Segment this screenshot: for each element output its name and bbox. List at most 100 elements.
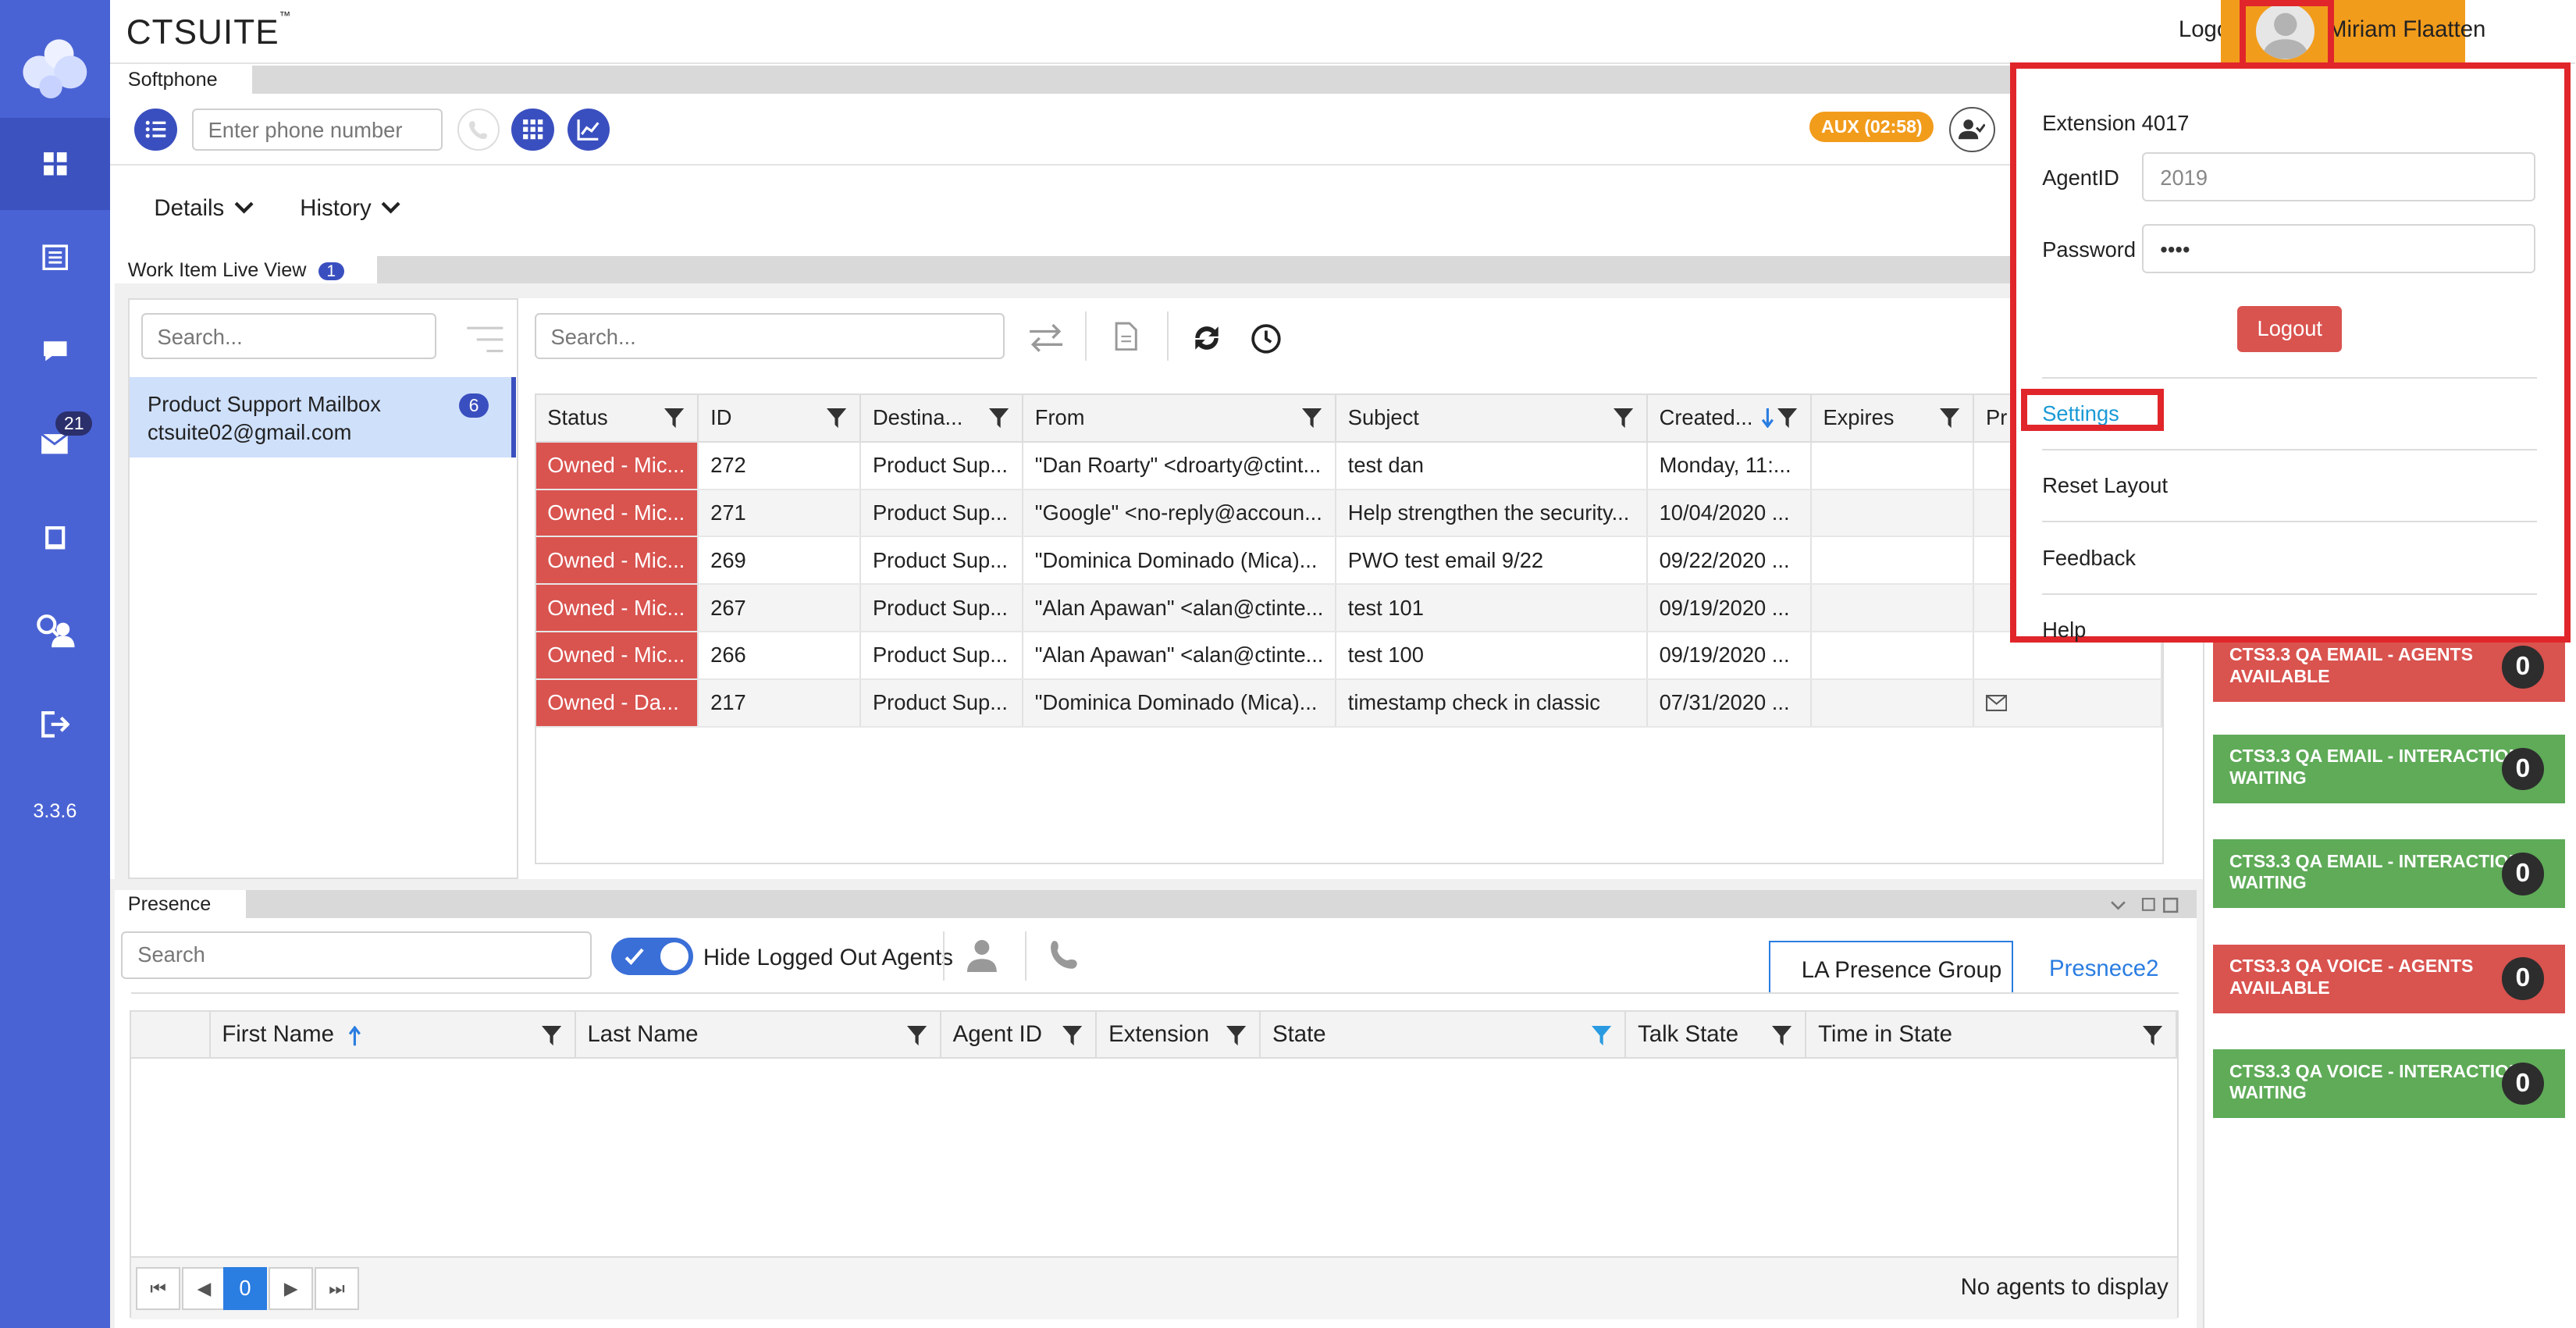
tab-softphone[interactable]: Softphone	[115, 66, 253, 94]
column-header-last-name[interactable]: Last Name	[575, 1011, 941, 1059]
from-cell: "Alan Apawan" <alan@ctinte...	[1023, 631, 1337, 680]
filter-icon[interactable]	[1226, 1026, 1247, 1046]
menu-item-help[interactable]: Help	[2042, 618, 2086, 643]
filter-icon[interactable]	[1940, 408, 1960, 428]
created-cell: 09/19/2020 ...	[1646, 631, 1812, 680]
table-row[interactable]: Owned - Mic... 272 Product Sup... "Dan R…	[535, 441, 2162, 490]
table-row[interactable]: Owned - Da... 217 Product Sup... "Domini…	[535, 678, 2162, 728]
table-row[interactable]: Owned - Mic... 271 Product Sup... "Googl…	[535, 489, 2162, 538]
column-header-destination[interactable]: Destina...	[860, 394, 1024, 443]
filter-icon[interactable]	[1302, 408, 1322, 428]
table-row[interactable]: Owned - Mic... 266 Product Sup... "Alan …	[535, 631, 2162, 680]
agent-status-button[interactable]	[1948, 106, 1995, 153]
mailbox-search-input[interactable]: Search...	[141, 313, 436, 359]
tab-la-presence-group[interactable]: LA Presence Group	[1768, 941, 2013, 994]
brand-logo: CTSUITE™	[126, 9, 292, 52]
details-dropdown[interactable]: Details	[154, 195, 254, 222]
filter-active-icon[interactable]	[1592, 1026, 1612, 1046]
agentid-field[interactable]: 2019	[2142, 151, 2536, 201]
queue-count: 0	[2501, 1062, 2545, 1105]
next-page-button[interactable]: ▶	[269, 1267, 314, 1310]
document-icon[interactable]	[1115, 322, 1137, 351]
presence-search-input[interactable]: Search	[121, 931, 592, 979]
queue-card[interactable]: CTS3.3 QA EMAIL - INTERACTIONS WAITING 0	[2212, 734, 2566, 803]
tab-presence[interactable]: Presence	[115, 890, 246, 918]
column-header-id[interactable]: ID	[698, 394, 862, 443]
filter-icon[interactable]	[1777, 408, 1797, 428]
workitem-table: Status ID Destina... From Subject Create…	[535, 394, 2162, 728]
sidebar-item-signout[interactable]	[0, 678, 110, 771]
hide-logged-out-label: Hide Logged Out Agents	[703, 944, 953, 970]
hide-logged-out-toggle[interactable]	[611, 938, 694, 976]
logout-button[interactable]: Logout	[2237, 306, 2343, 353]
transfer-icon[interactable]	[1028, 323, 1064, 353]
call-button[interactable]	[457, 108, 500, 151]
sidebar-item-book[interactable]	[0, 492, 110, 584]
refresh-icon[interactable]	[1190, 322, 1223, 354]
user-icon[interactable]	[967, 939, 997, 973]
last-page-button[interactable]: ⏭	[315, 1267, 359, 1310]
table-row[interactable]: Owned - Mic... 269 Product Sup... "Domin…	[535, 536, 2162, 586]
filter-icon[interactable]	[989, 408, 1009, 428]
password-field[interactable]: ••••	[2142, 224, 2536, 274]
sidebar-item-list[interactable]	[0, 212, 110, 304]
stats-button[interactable]	[567, 108, 610, 151]
dialpad-button[interactable]	[511, 108, 554, 151]
column-header-from[interactable]: From	[1023, 394, 1337, 443]
filter-icon[interactable]	[664, 408, 685, 428]
chat-icon	[43, 340, 67, 361]
history-clock-icon[interactable]	[1251, 323, 1282, 354]
filter-icon[interactable]	[827, 408, 847, 428]
user-check-icon	[1959, 119, 1986, 140]
expires-cell	[1810, 678, 1975, 728]
aux-status-badge[interactable]: AUX (02:58)	[1809, 111, 1934, 143]
collapse-list-icon[interactable]	[464, 325, 507, 354]
from-cell: "Google" <no-reply@accoun...	[1023, 489, 1337, 538]
menu-item-reset-layout[interactable]: Reset Layout	[2042, 473, 2168, 498]
menu-item-feedback[interactable]: Feedback	[2042, 546, 2136, 571]
phone-number-input[interactable]: Enter phone number	[191, 108, 443, 151]
sidebar-item-dashboard[interactable]	[0, 118, 110, 210]
filter-icon[interactable]	[906, 1026, 927, 1046]
column-header-talk-state[interactable]: Talk State	[1625, 1011, 1807, 1059]
phone-icon[interactable]	[1049, 939, 1080, 970]
mailbox-item[interactable]: Product Support Mailbox ctsuite02@gmail.…	[129, 376, 517, 458]
column-header-status[interactable]: Status	[535, 394, 699, 443]
table-row[interactable]: Owned - Mic... 267 Product Sup... "Alan …	[535, 584, 2162, 632]
column-header-agent-id[interactable]: Agent ID	[940, 1011, 1098, 1059]
sidebar-item-email[interactable]: 21	[0, 398, 110, 490]
tab-work-item-live-view[interactable]: Work Item Live View 1	[115, 255, 377, 284]
column-header-created[interactable]: Created...	[1646, 394, 1812, 443]
prev-page-button[interactable]: ◀	[182, 1267, 226, 1310]
first-page-button[interactable]: ⏮	[136, 1267, 180, 1310]
from-cell: "Alan Apawan" <alan@ctinte...	[1023, 584, 1337, 632]
column-header-state[interactable]: State	[1260, 1011, 1627, 1059]
column-header-time-in-state[interactable]: Time in State	[1806, 1011, 2177, 1059]
user-name[interactable]: Miriam Flaatten	[2328, 16, 2485, 43]
filter-icon[interactable]	[1772, 1026, 1792, 1046]
sidebar-item-chat[interactable]	[0, 305, 110, 397]
queue-card[interactable]: CTS3.3 QA VOICE - AGENTS AVAILABLE 0	[2212, 944, 2566, 1013]
queue-card[interactable]: CTS3.3 QA EMAIL - AGENTS AVAILABLE 0	[2212, 632, 2566, 702]
list-button[interactable]	[134, 108, 177, 151]
filter-icon[interactable]	[541, 1026, 561, 1046]
column-header-expires[interactable]: Expires	[1810, 394, 1975, 443]
filter-icon[interactable]	[2142, 1026, 2163, 1046]
history-dropdown[interactable]: History	[300, 195, 400, 222]
column-header-first-name[interactable]: First Name	[209, 1011, 576, 1059]
queue-card[interactable]: CTS3.3 QA EMAIL - INTERACTIONS WAITING 0	[2212, 839, 2566, 909]
column-header-subject[interactable]: Subject	[1336, 394, 1648, 443]
window-controls-icon[interactable]	[2110, 897, 2179, 913]
queue-card[interactable]: CTS3.3 QA VOICE - INTERACTIONS WAITING 0	[2212, 1049, 2566, 1119]
id-cell: 272	[698, 441, 862, 490]
column-header-select	[130, 1011, 211, 1059]
created-cell: 09/19/2020 ...	[1646, 584, 1812, 632]
extension-label: Extension 4017	[2042, 111, 2190, 136]
workitem-search-input[interactable]: Search...	[534, 313, 1005, 359]
current-page-button[interactable]: 0	[222, 1267, 268, 1310]
filter-icon[interactable]	[1062, 1026, 1083, 1046]
filter-icon[interactable]	[1613, 408, 1634, 428]
tab-presnece2[interactable]: Presnece2	[2049, 956, 2158, 982]
column-header-extension[interactable]: Extension	[1096, 1011, 1261, 1059]
sidebar-item-users[interactable]	[0, 586, 110, 678]
